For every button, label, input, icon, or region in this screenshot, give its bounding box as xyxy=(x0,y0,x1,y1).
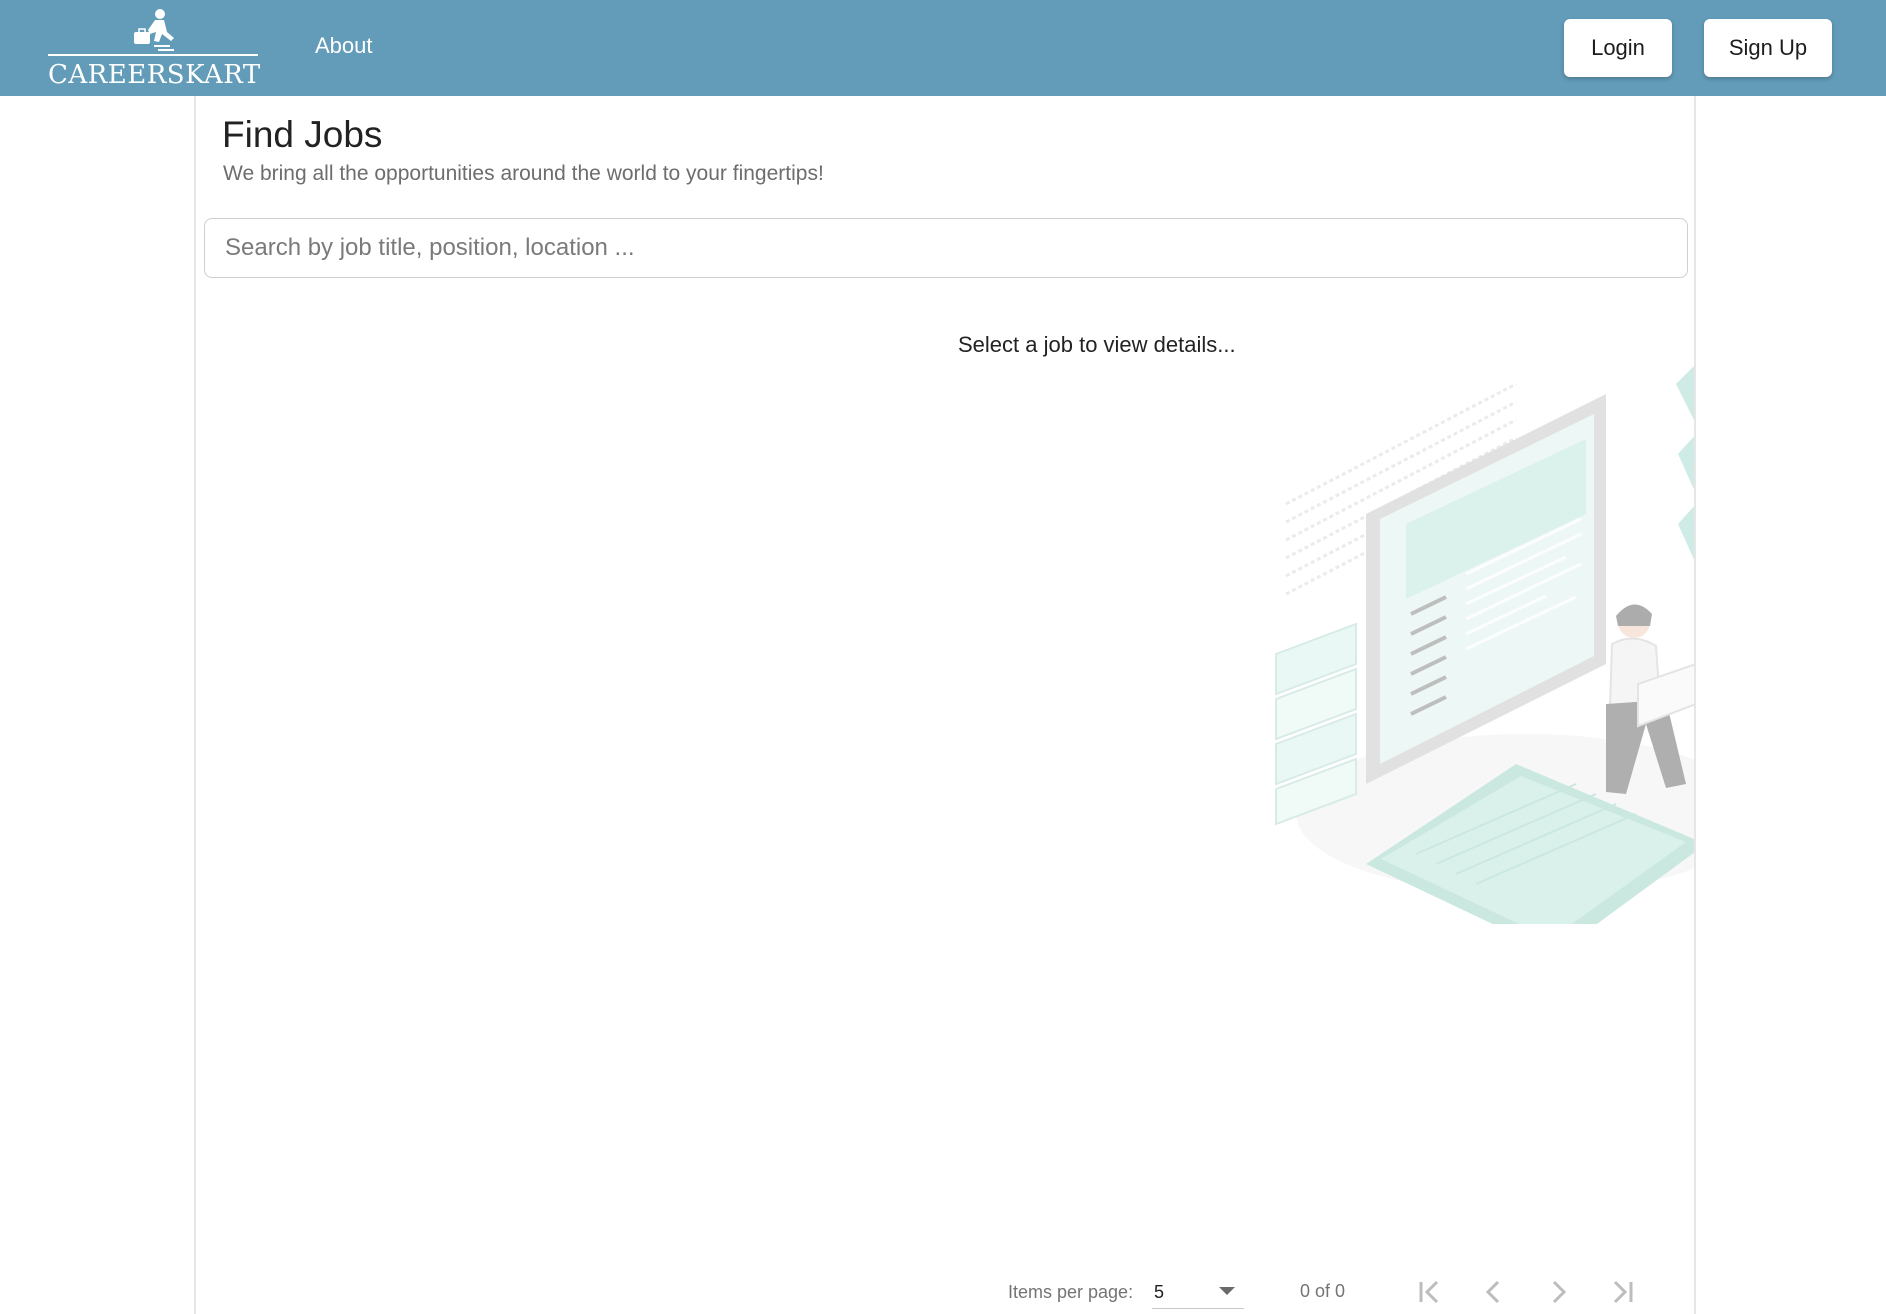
person-briefcase-logo-icon xyxy=(134,9,174,51)
job-search-input[interactable] xyxy=(204,218,1688,278)
items-per-page-select[interactable]: 5 xyxy=(1152,1276,1244,1309)
items-per-page-value: 5 xyxy=(1154,1282,1165,1302)
last-page-icon[interactable] xyxy=(1604,1274,1640,1310)
dropdown-caret-icon xyxy=(1219,1287,1235,1295)
login-button[interactable]: Login xyxy=(1564,19,1672,77)
logo-divider xyxy=(48,54,258,56)
page-title: Find Jobs xyxy=(222,114,383,155)
sign-up-button[interactable]: Sign Up xyxy=(1704,19,1832,77)
page-subtitle: We bring all the opportunities around th… xyxy=(223,162,824,185)
logo-text: CAREERSKART xyxy=(48,60,261,90)
nav-about-link[interactable]: About xyxy=(315,33,373,59)
next-page-icon[interactable] xyxy=(1540,1274,1576,1310)
previous-page-icon[interactable] xyxy=(1476,1274,1512,1310)
items-per-page-label: Items per page: xyxy=(1008,1282,1134,1302)
job-search-panel: Find Jobs We bring all the opportunities… xyxy=(194,96,1696,1314)
empty-state-message: Select a job to view details... xyxy=(958,332,1236,357)
paginator: Items per page: 5 0 of 0 xyxy=(196,1270,1694,1314)
developer-laptop-illustration xyxy=(1275,366,1694,924)
page-range-label: 0 of 0 xyxy=(1300,1281,1346,1301)
first-page-icon[interactable] xyxy=(1412,1274,1448,1310)
top-navbar: CAREERSKART About Login Sign Up xyxy=(0,0,1886,96)
careerskart-logo[interactable]: CAREERSKART xyxy=(48,8,261,90)
